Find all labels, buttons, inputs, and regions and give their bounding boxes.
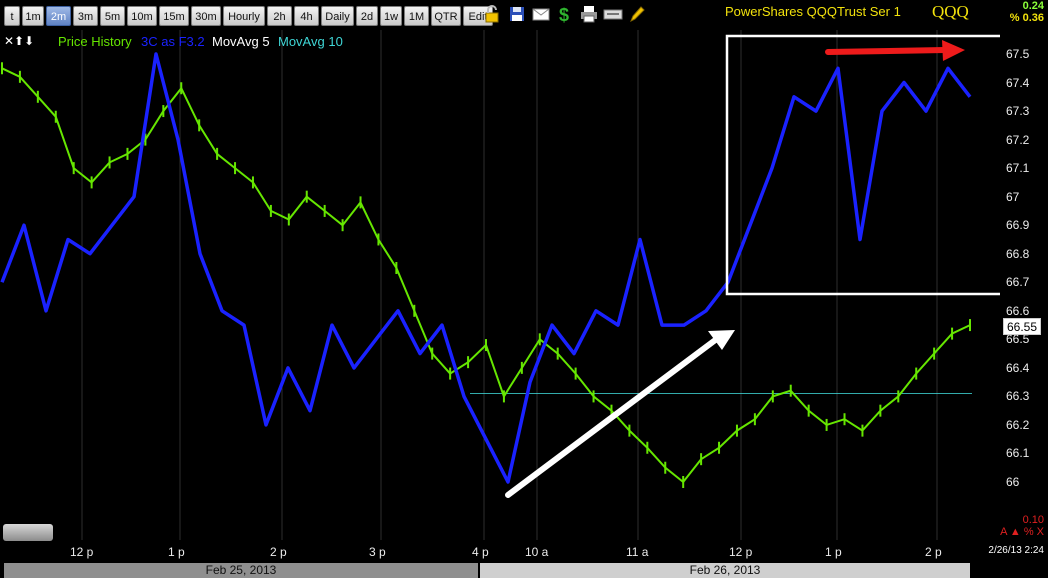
y-tick-label: 67.3 — [1006, 104, 1030, 119]
timeframe-button-daily[interactable]: Daily — [321, 6, 354, 26]
last-price-box: 66.55 — [1003, 318, 1041, 335]
timeframe-button-1m[interactable]: 1m — [22, 6, 44, 26]
timeframe-button-3m[interactable]: 3m — [73, 6, 98, 26]
timeframe-button-5m[interactable]: 5m — [100, 6, 125, 26]
legend-3c[interactable]: 3C as F3.2 — [141, 34, 205, 49]
timestamp: 2/26/13 2:24 — [988, 545, 1044, 556]
x-tick-label: 12 p — [729, 545, 753, 559]
y-tick-label: 66.8 — [1006, 246, 1030, 261]
y-tick-label: 67 — [1006, 189, 1020, 204]
divergence-box — [725, 34, 1000, 296]
y-tick-label: 66.4 — [1006, 360, 1030, 375]
price-chart[interactable] — [0, 30, 1000, 540]
x-tick-label: 10 a — [525, 545, 549, 559]
red-arrow-head — [942, 40, 965, 61]
lock-icon[interactable] — [482, 4, 502, 24]
y-tick-label: 66.2 — [1006, 417, 1030, 432]
timeframe-button-2m[interactable]: 2m — [46, 6, 71, 26]
x-tick-label: 3 p — [369, 545, 386, 559]
pencil-icon[interactable] — [627, 4, 647, 24]
red-arrow-shaft — [825, 47, 948, 55]
change-value: 0.24 — [1022, 0, 1044, 12]
timeframe-button-1m[interactable]: 1M — [404, 6, 429, 26]
timeframe-button-t[interactable]: t — [4, 6, 20, 26]
y-tick-label: 67.2 — [1006, 132, 1030, 147]
legend-movavg10[interactable]: MovAvg 10 — [278, 34, 343, 49]
y-tick-label: 67.1 — [1006, 161, 1030, 176]
x-tick-label: 12 p — [70, 545, 94, 559]
timeframe-button-2d[interactable]: 2d — [356, 6, 378, 26]
3c-indicator-line — [0, 52, 972, 484]
svg-text:$: $ — [559, 5, 569, 24]
lower-markers[interactable]: A ▲ % X — [1000, 526, 1044, 538]
chart-title: PowerShares QQQTrust Ser 1 — [725, 4, 901, 19]
x-tick-label: 11 a — [626, 545, 649, 559]
lower-value: 0.10 — [1022, 514, 1044, 526]
timeframe-button-2h[interactable]: 2h — [267, 6, 292, 26]
timeframe-button-4h[interactable]: 4h — [294, 6, 319, 26]
y-tick-label: 66.6 — [1006, 303, 1030, 318]
dollar-icon[interactable]: $ — [555, 4, 575, 24]
percent-change: % 0.36 — [1009, 12, 1044, 24]
x-tick-label: 2 p — [925, 545, 942, 559]
timeframe-button-15m[interactable]: 15m — [159, 6, 189, 26]
y-tick-label: 66.9 — [1006, 218, 1030, 233]
save-icon[interactable] — [507, 4, 527, 24]
print-icon[interactable] — [579, 4, 599, 24]
timeframe-button-30m[interactable]: 30m — [191, 6, 221, 26]
y-tick-label: 66 — [1006, 475, 1020, 489]
x-tick-label: 4 p — [472, 545, 489, 559]
timeframe-button-hourly[interactable]: Hourly — [223, 6, 265, 26]
timeframe-button-qtr[interactable]: QTR — [431, 6, 461, 26]
y-tick-label: 67.5 — [1006, 47, 1030, 61]
date-feb-26: Feb 26, 2013 — [480, 563, 970, 578]
date-feb-25: Feb 25, 2013 — [4, 563, 478, 578]
scroll-left-button[interactable] — [3, 524, 53, 541]
timeframe-button-1w[interactable]: 1w — [380, 6, 402, 26]
y-tick-label: 66.3 — [1006, 389, 1030, 404]
x-tick-label: 1 p — [825, 545, 842, 559]
price-history-line — [1, 67, 971, 484]
legend-movavg5[interactable]: MovAvg 5 — [212, 34, 270, 49]
legend-price-history[interactable]: Price History — [58, 34, 132, 49]
mail-icon[interactable] — [531, 4, 551, 24]
y-tick-label: 66.1 — [1006, 446, 1030, 461]
ticker-symbol: QQQ — [932, 2, 969, 21]
keyboard-icon[interactable] — [603, 4, 623, 24]
x-tick-label: 1 p — [168, 545, 185, 559]
x-tick-label: 2 p — [270, 545, 287, 559]
y-tick-label: 67.4 — [1006, 75, 1030, 90]
y-tick-label: 66.7 — [1006, 275, 1030, 290]
timeframe-button-10m[interactable]: 10m — [127, 6, 157, 26]
legend-controls[interactable]: ✕⬆⬇ — [4, 34, 34, 48]
